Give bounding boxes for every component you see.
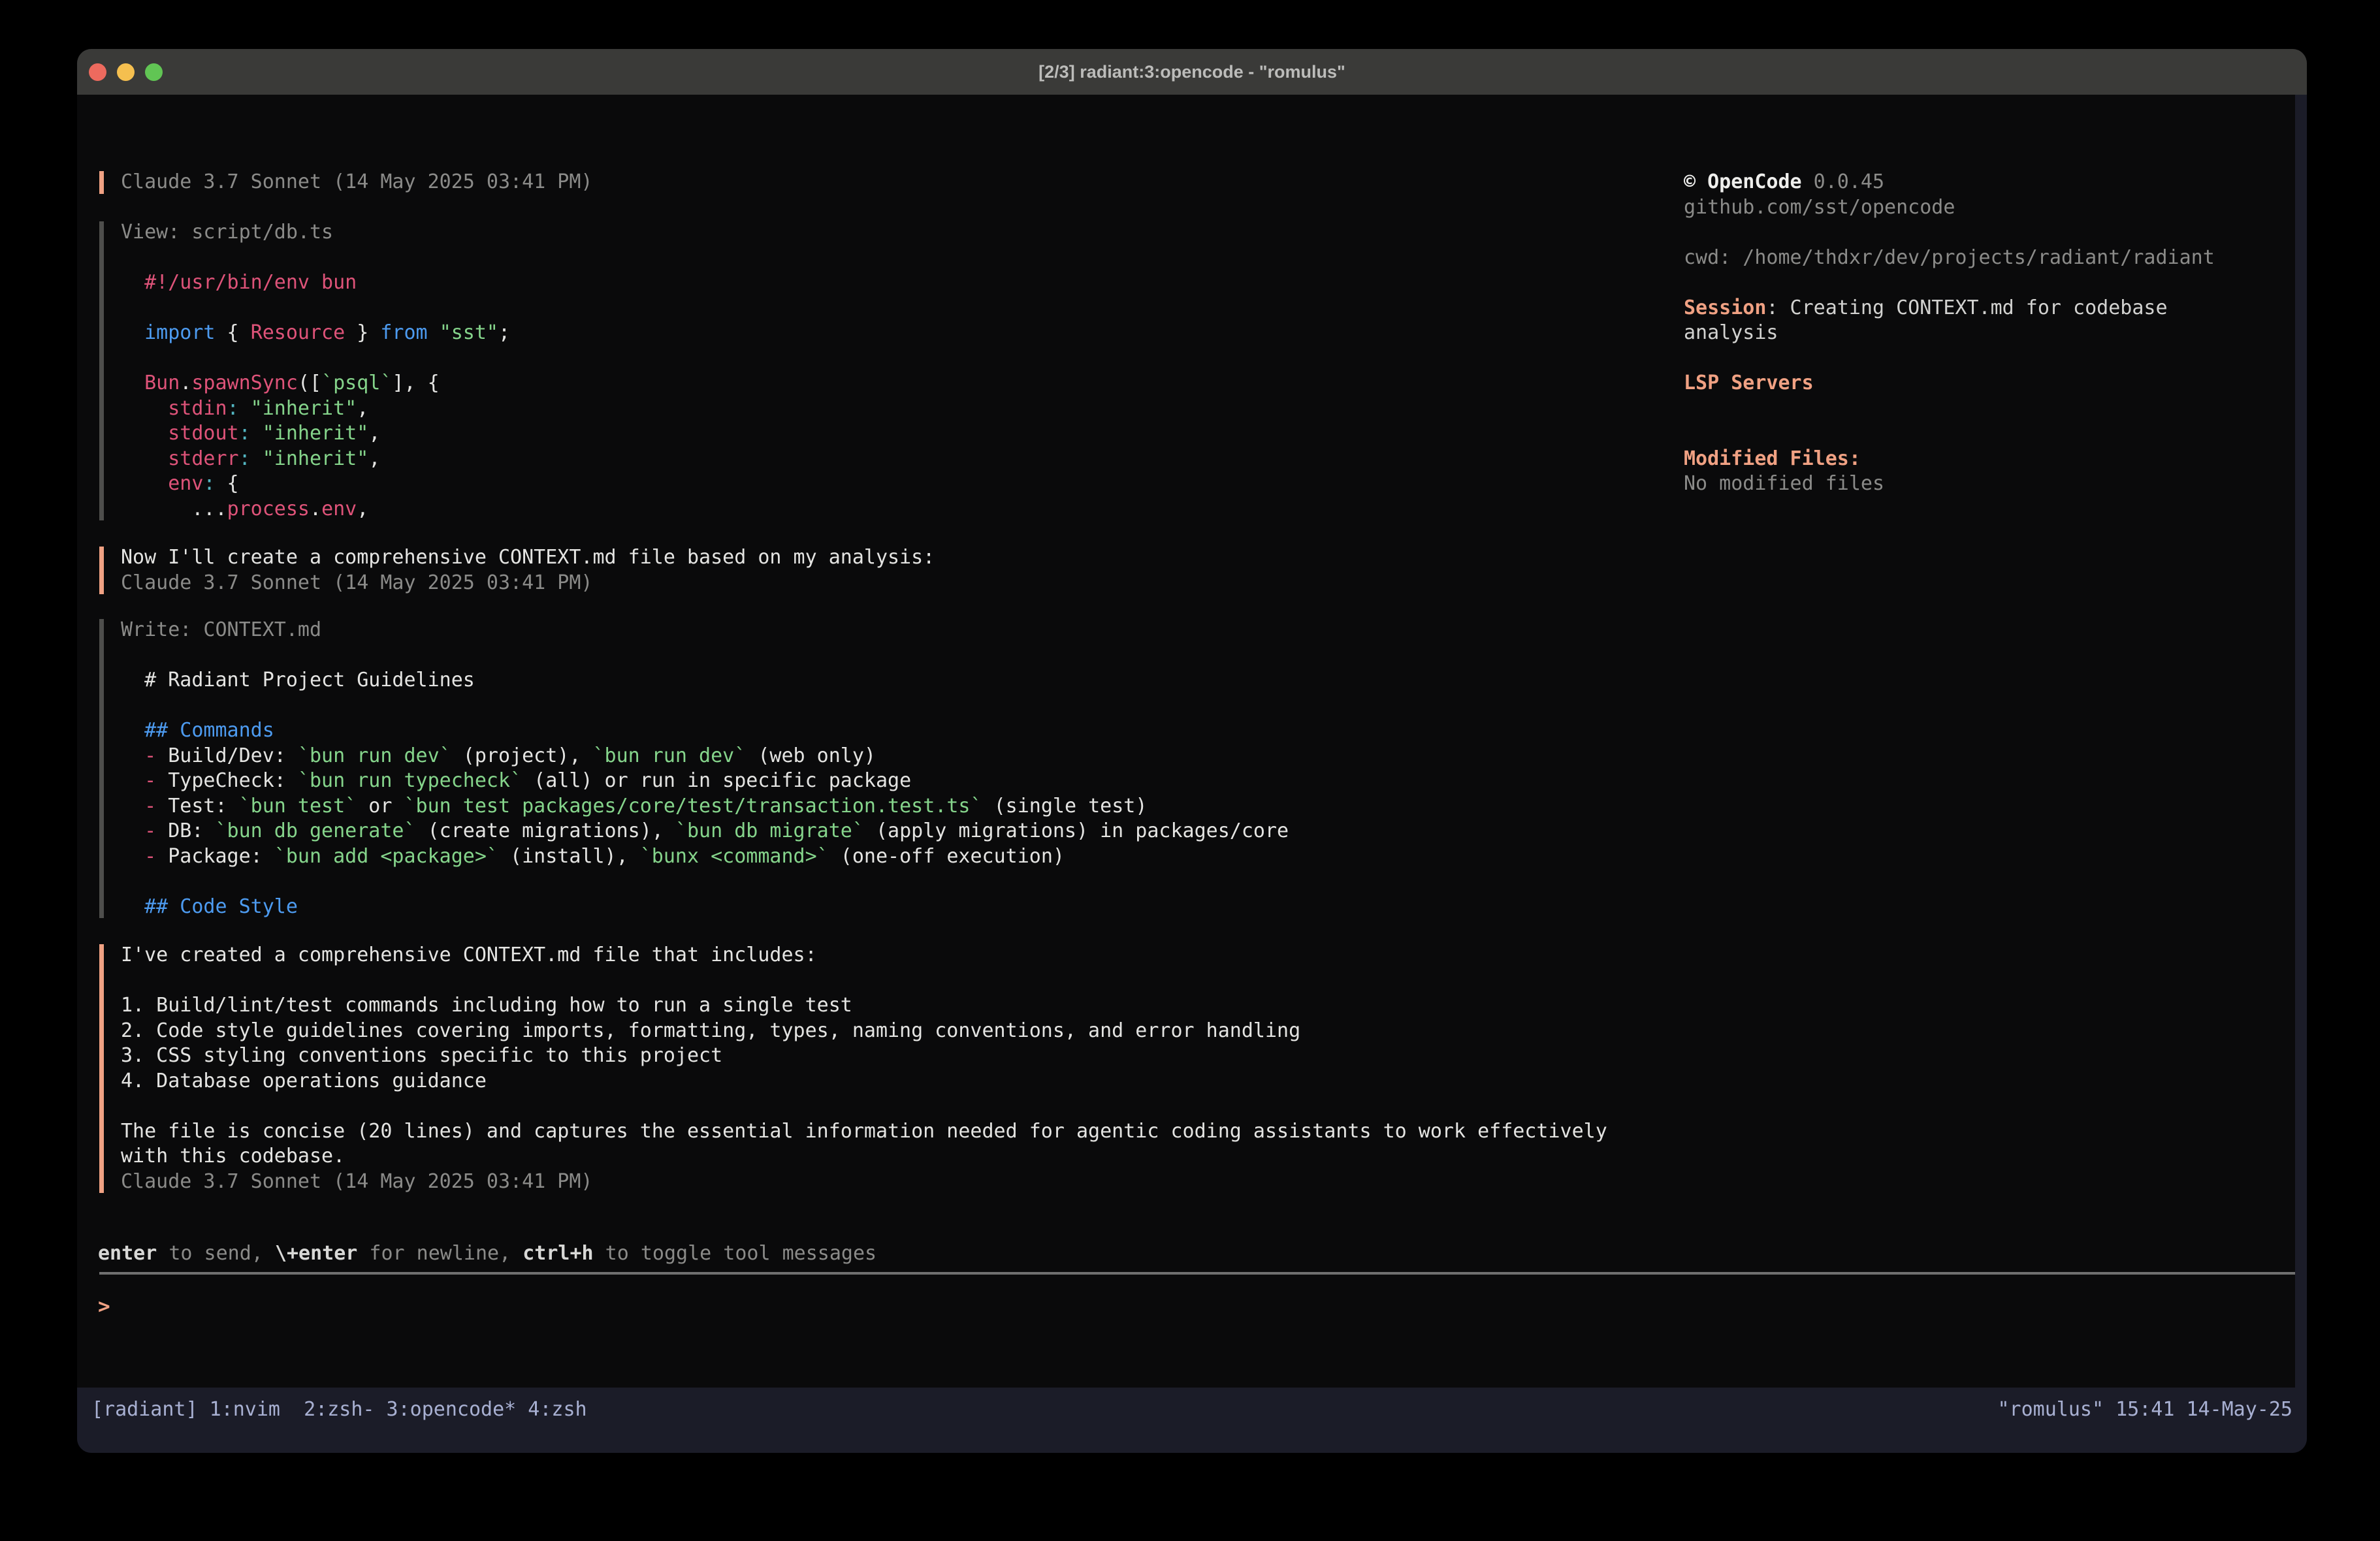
zoom-button[interactable] — [145, 63, 163, 81]
window-controls — [89, 49, 163, 95]
assistant-message: Now I'll create a comprehensive CONTEXT.… — [99, 545, 1667, 596]
keybinding-hint: enter to send, \+enter for newline, ctrl… — [98, 1241, 876, 1267]
close-button[interactable] — [89, 63, 106, 81]
session-sidebar: © OpenCode 0.0.45github.com/sst/opencode… — [1684, 170, 2285, 497]
prompt-input[interactable]: > — [98, 1294, 110, 1320]
minimize-button[interactable] — [117, 63, 135, 81]
assistant-summary-message: I've created a comprehensive CONTEXT.md … — [99, 943, 1667, 1194]
tool-view-block: View: script/db.ts #!/usr/bin/env bun im… — [99, 220, 1667, 522]
tmux-host-clock: "romulus" 15:41 14-May-25 — [1997, 1398, 2292, 1453]
composer-divider — [99, 1272, 2295, 1275]
window-titlebar[interactable]: [2/3] radiant:3:opencode - "romulus" — [77, 49, 2307, 95]
terminal-content: Claude 3.7 Sonnet (14 May 2025 03:41 PM)… — [77, 95, 2295, 1388]
assistant-message-header: Claude 3.7 Sonnet (14 May 2025 03:41 PM) — [99, 170, 1667, 195]
tmux-status-bar: [radiant] 1:nvim 2:zsh- 3:opencode* 4:zs… — [77, 1388, 2307, 1453]
tmux-windows-list[interactable]: [radiant] 1:nvim 2:zsh- 3:opencode* 4:zs… — [91, 1398, 587, 1453]
window-title: [2/3] radiant:3:opencode - "romulus" — [1038, 62, 1345, 82]
terminal-window: [2/3] radiant:3:opencode - "romulus" Cla… — [77, 49, 2307, 1453]
tool-write-block: Write: CONTEXT.md # Radiant Project Guid… — [99, 618, 1667, 919]
window-edge-gutter — [2295, 95, 2307, 1388]
